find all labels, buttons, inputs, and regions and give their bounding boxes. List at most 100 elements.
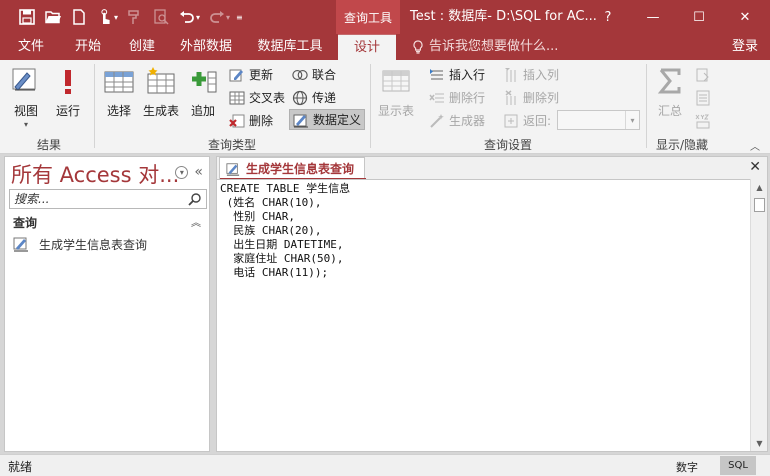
qat-caret-icon[interactable]: ▾ xyxy=(114,13,118,22)
search-icon[interactable] xyxy=(188,192,202,206)
builder-button: 生成器 xyxy=(426,110,488,131)
nav-item-label: 生成学生信息表查询 xyxy=(39,237,148,252)
format-painter-icon xyxy=(122,6,148,28)
union-rings-icon xyxy=(292,69,308,80)
nav-menu-dropdown-icon[interactable]: ▾ xyxy=(175,165,189,179)
union-button[interactable]: 联合 xyxy=(289,64,339,85)
close-document-icon[interactable]: ✕ xyxy=(749,159,761,175)
ddl-query-icon xyxy=(13,237,28,252)
tab-file[interactable]: 文件 xyxy=(8,34,54,60)
context-group-label: 查询工具 xyxy=(336,0,400,34)
results-group-label: 结果 xyxy=(36,138,61,152)
help-button[interactable]: ? xyxy=(585,0,631,34)
tab-create[interactable]: 创建 xyxy=(118,34,166,60)
delete-query-button[interactable]: 删除 xyxy=(226,110,276,131)
return-label-wrap: 返回: xyxy=(500,110,554,131)
sql-line: 出生日期 DATETIME, xyxy=(220,238,344,251)
insert-rows-label: 插入行 xyxy=(449,68,486,82)
nav-pane-controls: ▾ « xyxy=(175,164,203,180)
show-table-button: 显示表 xyxy=(376,64,416,119)
scroll-down-icon[interactable]: ▼ xyxy=(751,435,768,451)
minimize-button[interactable]: — xyxy=(630,0,676,34)
return-combo-caret-icon: ▾ xyxy=(625,111,639,129)
save-icon[interactable] xyxy=(14,6,40,28)
redo-caret-icon: ▾ xyxy=(226,12,231,22)
make-table-label: 生成表 xyxy=(142,104,179,118)
sql-text[interactable]: CREATE TABLE 学生信息 (姓名 CHAR(10), 性别 CHAR,… xyxy=(220,182,350,280)
insert-rows-button[interactable]: 插入行 xyxy=(426,64,488,85)
builder-wand-icon xyxy=(430,113,444,128)
delete-columns-icon xyxy=(505,89,516,105)
select-query-icon xyxy=(104,71,134,93)
vertical-scrollbar[interactable]: ▲ ▼ xyxy=(750,179,767,451)
show-hide-group-label: 显示/隐藏 xyxy=(655,138,709,152)
make-table-button[interactable]: 生成表 xyxy=(140,64,182,119)
close-button[interactable]: ✕ xyxy=(722,0,768,34)
return-label: 返回: xyxy=(523,114,552,128)
shutter-bar-collapse-icon[interactable]: « xyxy=(194,164,203,180)
delete-columns-button: 删除列 xyxy=(500,87,562,108)
tab-home[interactable]: 开始 xyxy=(64,34,112,60)
sql-line: 性别 CHAR, xyxy=(220,210,295,223)
nav-search-input[interactable] xyxy=(10,190,182,208)
select-label: 选择 xyxy=(106,104,131,118)
table-names-xyz-icon xyxy=(695,114,710,128)
tab-external-data[interactable]: 外部数据 xyxy=(172,34,240,60)
tell-me-box[interactable]: 告诉我您想要做什么... xyxy=(412,34,558,60)
delete-rows-icon xyxy=(429,93,444,102)
restore-button[interactable]: ☐ xyxy=(676,0,722,34)
property-sheet-button xyxy=(692,87,714,108)
document-tab-label: 生成学生信息表查询 xyxy=(246,162,355,176)
sql-editor[interactable]: CREATE TABLE 学生信息 (姓名 CHAR(10), 性别 CHAR,… xyxy=(217,179,751,451)
sql-line: CREATE TABLE 学生信息 xyxy=(220,182,351,195)
lightbulb-icon xyxy=(413,40,423,54)
list-item[interactable]: 生成学生信息表查询 xyxy=(13,235,147,253)
update-label: 更新 xyxy=(249,68,274,82)
pass-through-button[interactable]: 传递 xyxy=(289,87,339,108)
new-file-icon[interactable] xyxy=(66,6,92,28)
tab-design[interactable]: 设计 xyxy=(338,34,396,60)
open-folder-icon[interactable] xyxy=(40,6,66,28)
customize-qat-icon[interactable]: ≡ xyxy=(236,13,243,22)
ribbon: 视图 ▾ 运行 结果 选择 生成表 追加 更新 交叉表 删除 联合 传递 数据定… xyxy=(0,60,770,154)
status-bar: 就绪 数字 SQL xyxy=(0,454,770,476)
nav-group-queries[interactable]: 查询 ︽ xyxy=(13,214,203,232)
table-names-button xyxy=(692,110,714,131)
delete-label: 删除 xyxy=(249,114,274,128)
tell-me-text: 告诉我您想要做什么... xyxy=(429,39,559,54)
select-query-button[interactable]: 选择 xyxy=(102,64,136,119)
totals-button: 汇总 xyxy=(652,64,688,119)
scroll-up-icon[interactable]: ▲ xyxy=(751,179,768,195)
ribbon-separator xyxy=(94,64,95,148)
tab-database-tools[interactable]: 数据库工具 xyxy=(250,34,330,60)
crosstab-button[interactable]: 交叉表 xyxy=(226,87,288,108)
undo-caret-icon[interactable]: ▾ xyxy=(196,13,200,22)
find-icon xyxy=(148,6,174,28)
append-button[interactable]: 追加 xyxy=(186,64,220,119)
run-label: 运行 xyxy=(55,104,80,118)
sql-view-button[interactable]: SQL xyxy=(720,456,756,475)
nav-pane-title[interactable]: 所有 Access 对... xyxy=(11,159,179,189)
make-table-icon xyxy=(147,67,175,94)
sign-in-link[interactable]: 登录 xyxy=(732,34,758,60)
query-setup-group-label: 查询设置 xyxy=(483,138,532,152)
view-button[interactable]: 视图 ▾ xyxy=(8,64,44,129)
sql-line: 电话 CHAR(11)); xyxy=(220,266,329,279)
data-definition-label: 数据定义 xyxy=(313,113,362,127)
collapse-ribbon-icon[interactable]: ︿ xyxy=(750,138,760,153)
crosstab-icon xyxy=(229,91,245,104)
window-title: Test : 数据库- D:\SQL for AC... xyxy=(410,9,597,24)
navigation-pane: 所有 Access 对... ▾ « 查询 ︽ 生成学生信息表查询 xyxy=(4,156,210,452)
run-exclamation-icon xyxy=(65,70,71,94)
data-definition-button[interactable]: 数据定义 xyxy=(289,109,366,130)
builder-label: 生成器 xyxy=(449,114,486,128)
sigma-icon xyxy=(657,68,681,94)
scroll-thumb[interactable] xyxy=(754,198,765,212)
run-button[interactable]: 运行 xyxy=(52,64,84,119)
delete-columns-label: 删除列 xyxy=(523,91,560,105)
insert-rows-icon xyxy=(430,68,443,79)
nav-group-label: 查询 xyxy=(13,216,38,230)
update-button[interactable]: 更新 xyxy=(226,64,276,85)
append-icon xyxy=(192,71,217,93)
document-tab[interactable]: 生成学生信息表查询 xyxy=(219,157,366,180)
